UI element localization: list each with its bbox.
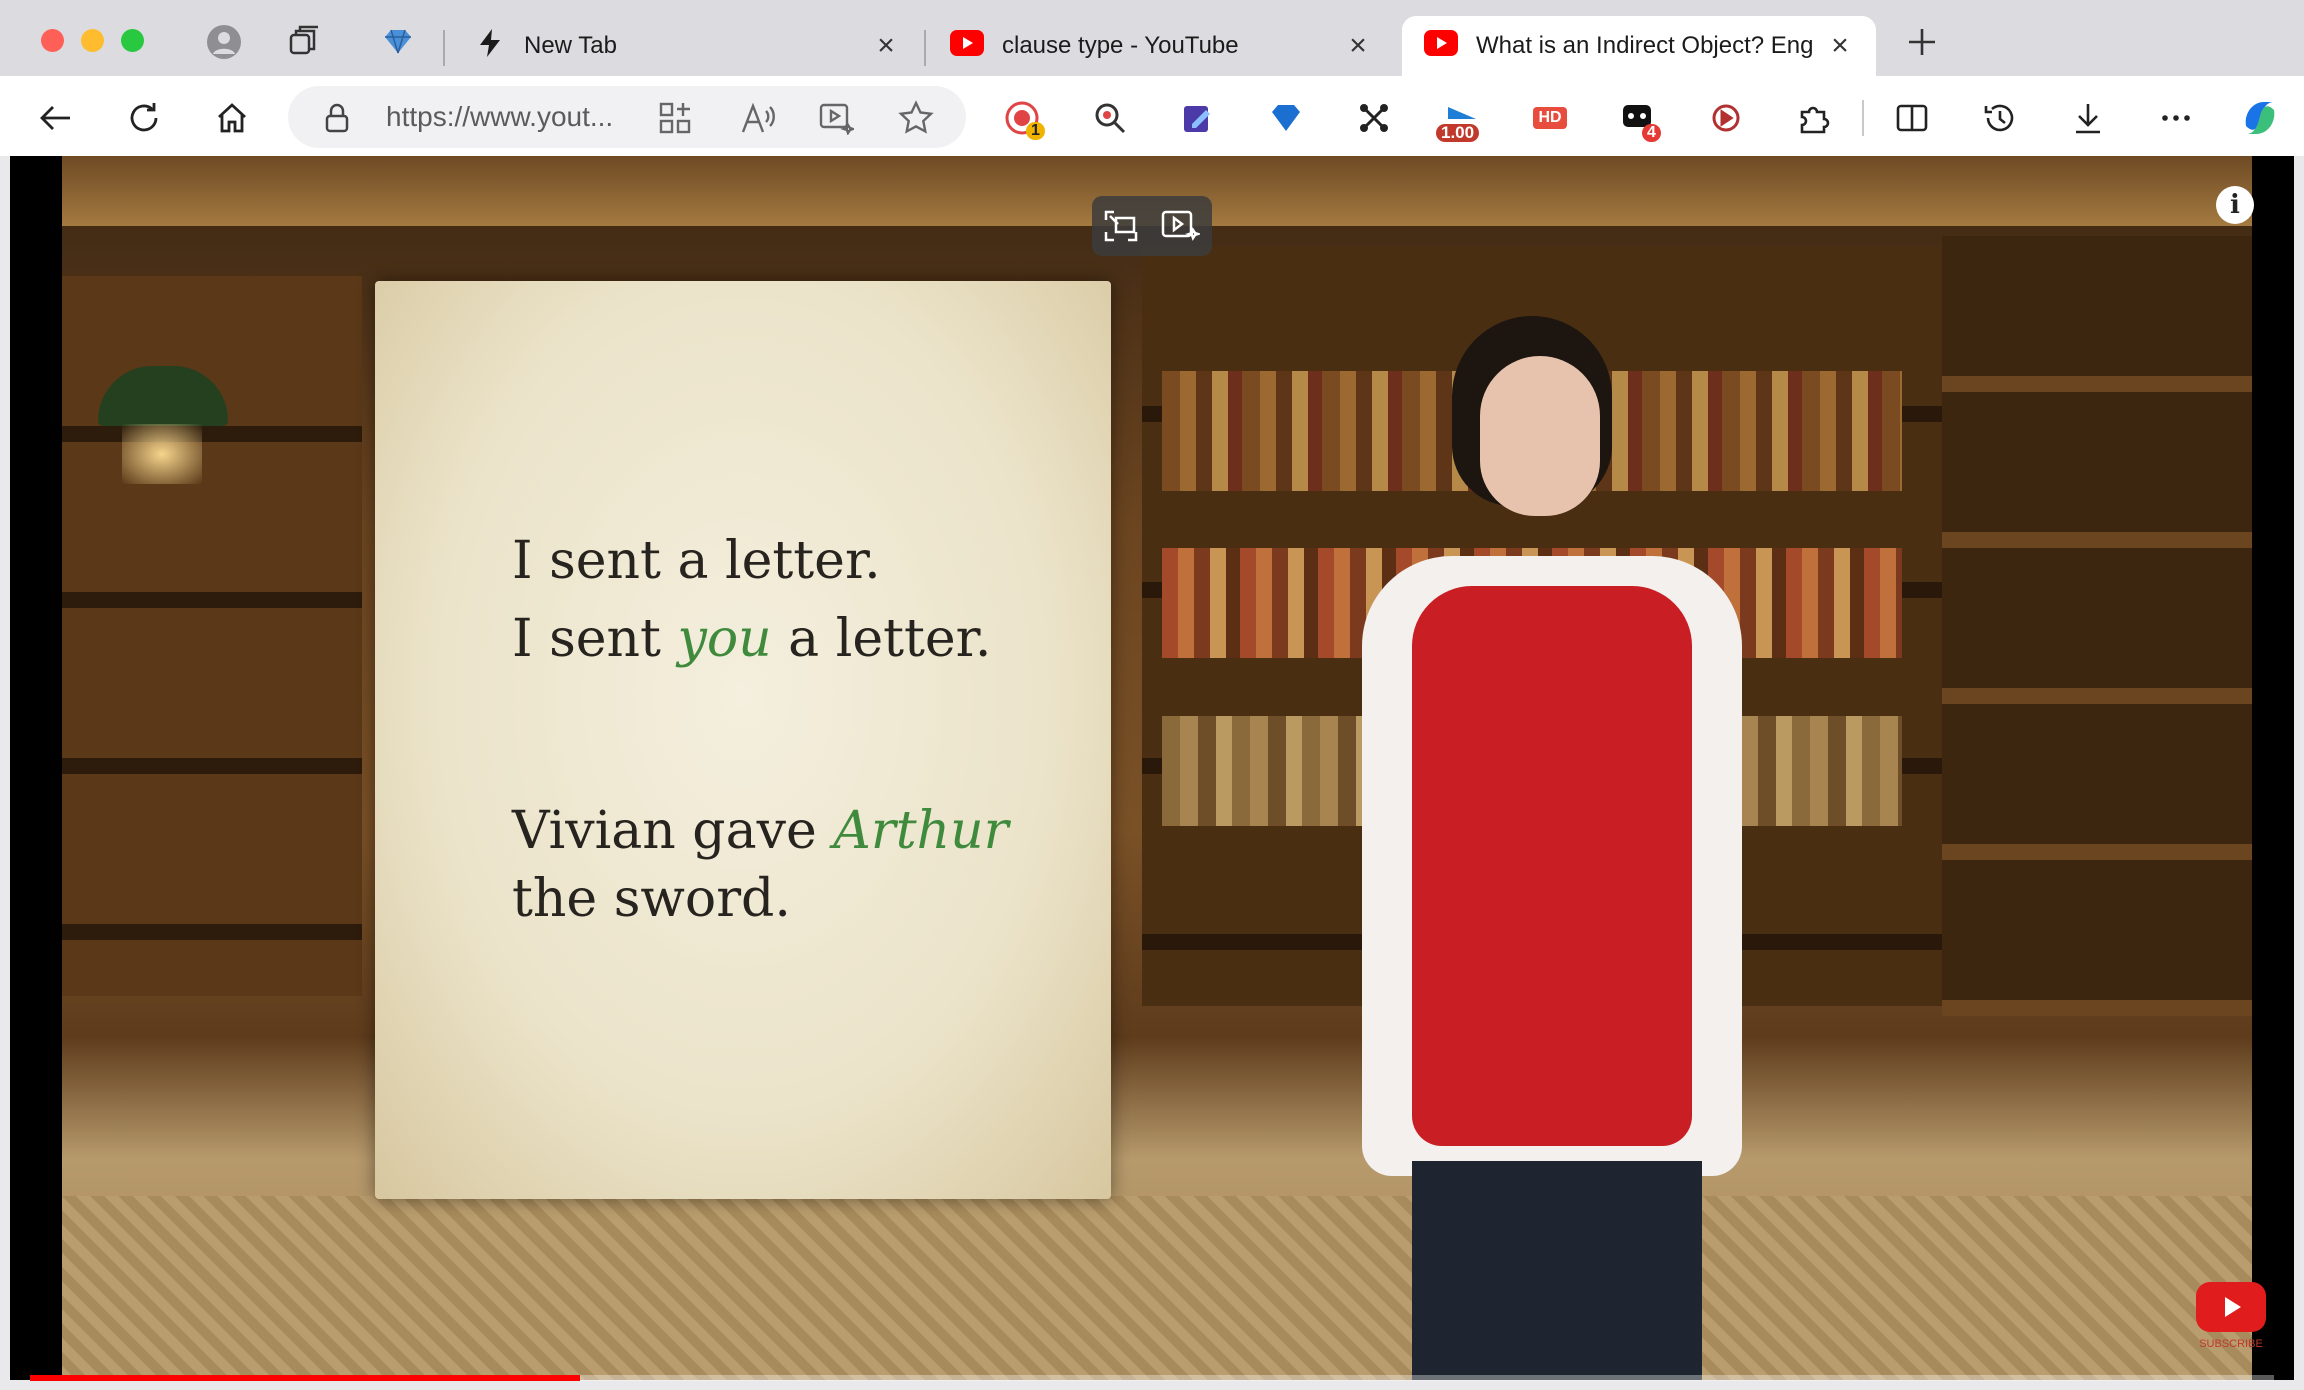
slide-line-4: the sword.	[512, 869, 791, 929]
tab-title: New Tab	[524, 32, 617, 59]
tab-clause-type[interactable]: clause type - YouTube ×	[928, 16, 1394, 76]
home-button[interactable]	[210, 96, 254, 140]
video-frame: I sent a letter. I sent you a letter. Vi…	[62, 156, 2252, 1380]
video-assist-overlay-icon[interactable]	[1160, 208, 1202, 249]
hd-extension-icon[interactable]: HD	[1528, 96, 1572, 140]
read-aloud-icon[interactable]	[740, 101, 776, 140]
toolbar-separator	[1862, 100, 1864, 136]
connect-extension-icon[interactable]	[1352, 96, 1396, 140]
lightning-icon	[474, 27, 506, 66]
new-tab-button[interactable]	[1904, 24, 1940, 60]
rug	[62, 1196, 2252, 1380]
right-bookshelf	[1942, 236, 2252, 1016]
tab-new-tab[interactable]: New Tab ×	[452, 16, 922, 76]
close-tab-icon[interactable]: ×	[872, 29, 900, 62]
person-face	[1480, 356, 1600, 516]
sync-extension-icon[interactable]	[1704, 96, 1748, 140]
slide-line-3-start: Vivian gave	[512, 801, 834, 861]
lock-icon[interactable]	[322, 102, 352, 139]
hd-label: HD	[1533, 107, 1567, 129]
info-icon[interactable]: i	[2216, 186, 2254, 224]
record-badge: 1	[1026, 122, 1045, 140]
video-player[interactable]: I sent a letter. I sent you a letter. Vi…	[10, 156, 2294, 1380]
zoom-search-extension-icon[interactable]	[1088, 96, 1132, 140]
close-tab-icon[interactable]: ×	[1826, 29, 1854, 62]
workspaces-icon[interactable]	[286, 24, 322, 60]
close-window-button[interactable]	[41, 29, 64, 52]
note-extension-icon[interactable]	[1176, 96, 1220, 140]
lamp-glow	[122, 424, 202, 484]
progress-fill	[30, 1375, 580, 1381]
more-menu-icon[interactable]	[2154, 96, 2198, 140]
back-button[interactable]	[34, 96, 78, 140]
tab-separator	[924, 30, 926, 66]
person-pants	[1412, 1161, 1702, 1380]
url-text[interactable]: https://www.yout...	[386, 101, 613, 133]
slide-line-2: I sent you a letter.	[512, 609, 991, 669]
youtube-icon	[1424, 29, 1458, 63]
tab-separator	[443, 30, 445, 66]
slide-line-2-end: a letter.	[771, 609, 992, 669]
tab-title: What is an Indirect Object? Eng	[1476, 32, 1814, 59]
left-letterbox	[10, 156, 62, 1380]
subscribe-label: SUBSCRIBE	[2199, 1338, 2263, 1350]
copilot-icon[interactable]	[2238, 96, 2282, 140]
speed-badge: 1.00	[1436, 124, 1480, 142]
slide-line-2-start: I sent	[512, 609, 678, 669]
exit-pip-icon[interactable]	[1102, 208, 1140, 249]
tab-indirect-object[interactable]: What is an Indirect Object? Eng ×	[1402, 16, 1876, 76]
slide-highlight-you: you	[677, 609, 772, 669]
person-vest	[1412, 586, 1692, 1146]
history-icon[interactable]	[1978, 96, 2022, 140]
maximize-window-button[interactable]	[121, 29, 144, 52]
extensions-puzzle-icon[interactable]	[1792, 96, 1836, 140]
close-tab-icon[interactable]: ×	[1344, 29, 1372, 62]
apps-icon[interactable]	[658, 101, 692, 140]
chat-badge: 4	[1642, 124, 1661, 142]
profile-avatar-icon[interactable]	[206, 24, 242, 60]
subscribe-watermark-icon[interactable]	[2196, 1282, 2266, 1332]
video-assist-icon[interactable]	[818, 101, 857, 140]
youtube-icon	[950, 29, 984, 63]
slide-parchment: I sent a letter. I sent you a letter. Vi…	[375, 281, 1111, 1199]
tab-title: clause type - YouTube	[1002, 32, 1239, 59]
slide-line-1: I sent a letter.	[512, 531, 881, 591]
slide-highlight-arthur: Arthur	[833, 801, 1009, 861]
diamond-extension-icon[interactable]	[1264, 96, 1308, 140]
favorite-star-icon[interactable]	[898, 100, 934, 141]
slide-line-3: Vivian gave Arthur	[512, 801, 1008, 861]
diamond-tab-icon[interactable]	[380, 24, 416, 60]
refresh-button[interactable]	[122, 96, 166, 140]
split-screen-icon[interactable]	[1890, 96, 1934, 140]
downloads-icon[interactable]	[2066, 96, 2110, 140]
minimize-window-button[interactable]	[81, 29, 104, 52]
